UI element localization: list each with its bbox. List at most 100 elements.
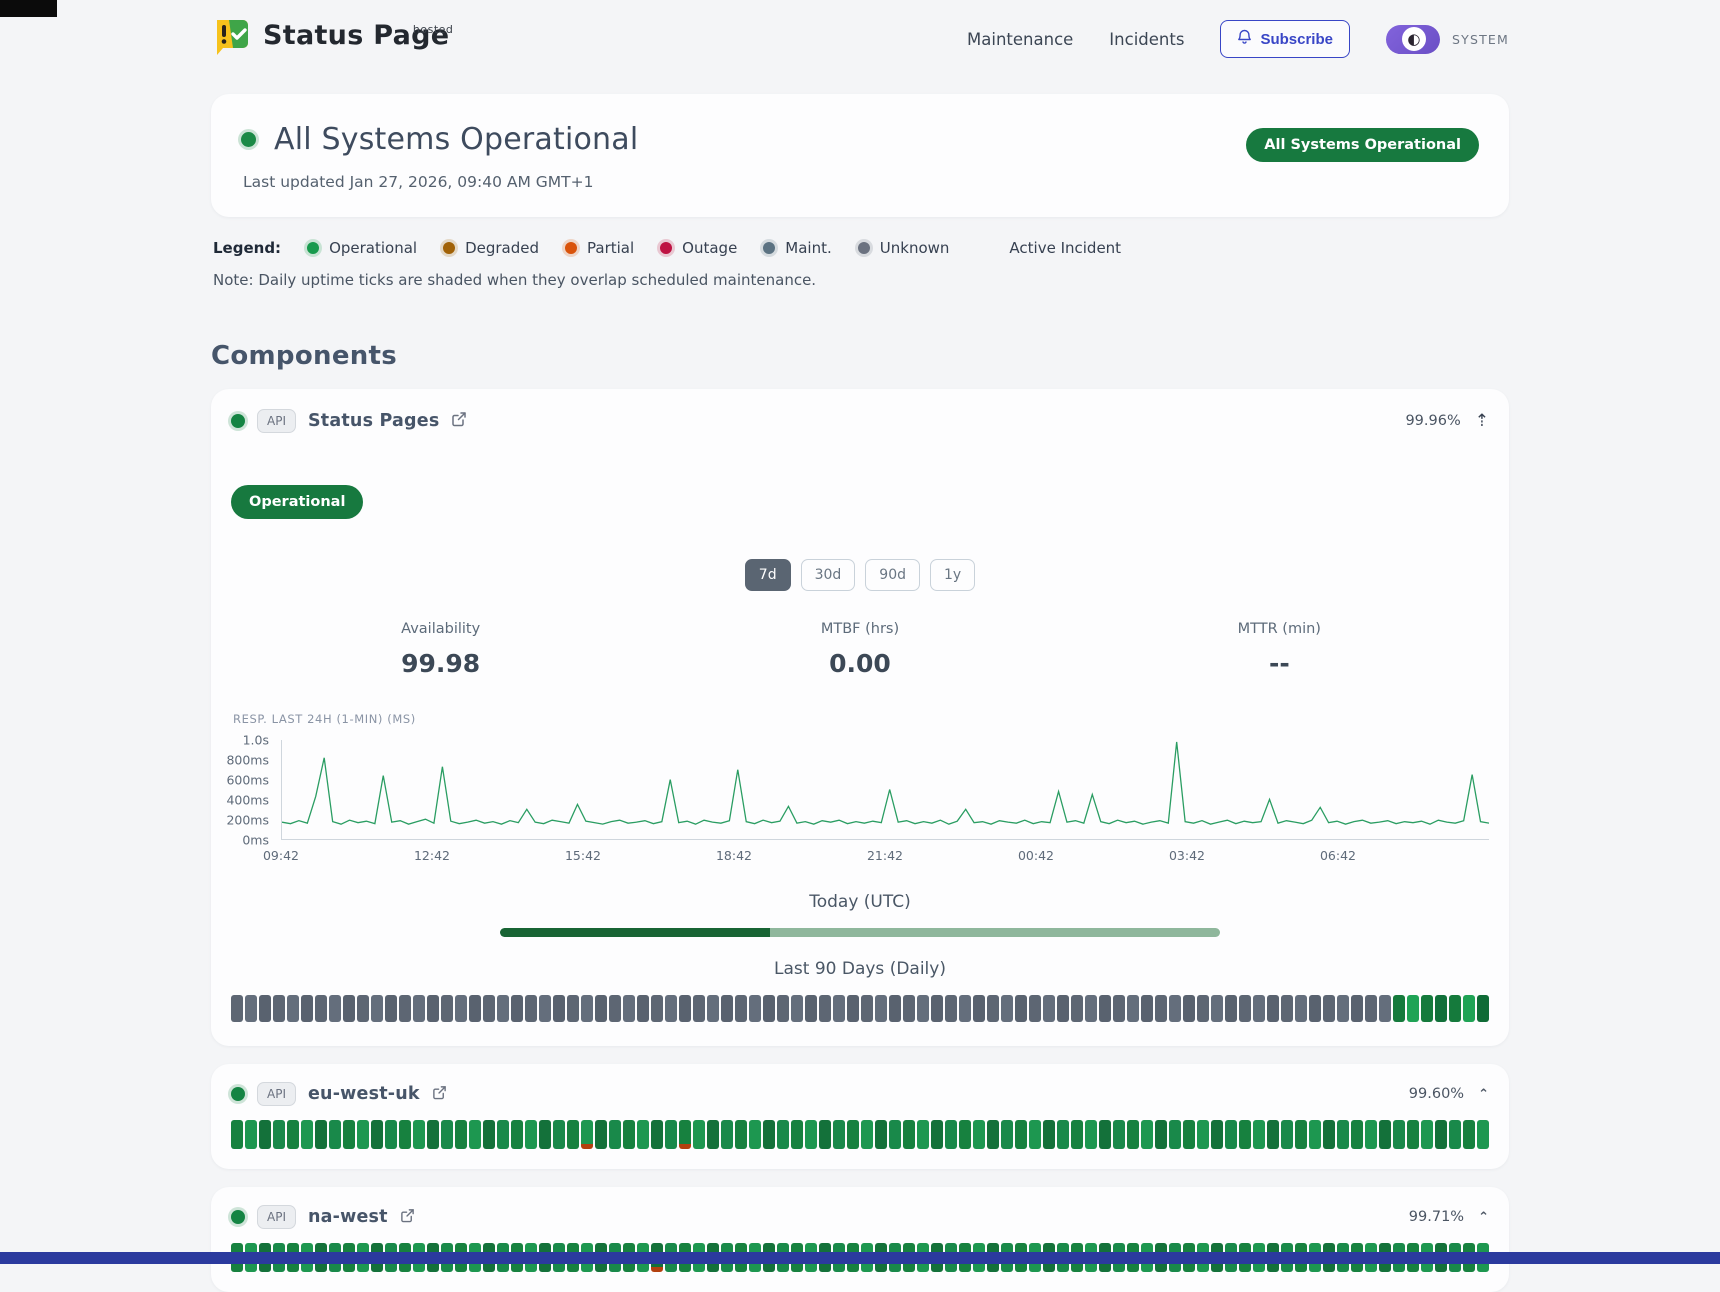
day-tick[interactable]: [623, 1120, 635, 1149]
day-tick[interactable]: [1435, 1120, 1447, 1149]
day-tick[interactable]: [931, 995, 943, 1022]
day-tick[interactable]: [847, 1120, 859, 1149]
day-tick[interactable]: [1197, 1120, 1209, 1149]
day-tick[interactable]: [511, 995, 523, 1022]
day-tick[interactable]: [1365, 1120, 1377, 1149]
day-tick[interactable]: [1141, 995, 1153, 1022]
day-tick[interactable]: [777, 995, 789, 1022]
day-tick[interactable]: [791, 995, 803, 1022]
day-tick[interactable]: [1295, 995, 1307, 1022]
day-tick[interactable]: [1477, 1120, 1489, 1149]
day-tick[interactable]: [567, 1120, 579, 1149]
day-tick[interactable]: [539, 995, 551, 1022]
day-tick[interactable]: [959, 1120, 971, 1149]
day-tick[interactable]: [315, 1120, 327, 1149]
day-tick[interactable]: [1267, 1120, 1279, 1149]
day-tick[interactable]: [273, 995, 285, 1022]
day-tick[interactable]: [889, 1120, 901, 1149]
day-tick[interactable]: [329, 1120, 341, 1149]
day-tick[interactable]: [581, 995, 593, 1022]
day-tick[interactable]: [259, 1120, 271, 1149]
day-tick[interactable]: [1239, 1120, 1251, 1149]
day-tick[interactable]: [469, 995, 481, 1022]
day-tick[interactable]: [469, 1120, 481, 1149]
day-tick[interactable]: [245, 1120, 257, 1149]
day-tick[interactable]: [1169, 1120, 1181, 1149]
day-tick[interactable]: [861, 1120, 873, 1149]
day-tick[interactable]: [231, 1120, 243, 1149]
subscribe-button[interactable]: Subscribe: [1220, 20, 1350, 58]
day-tick[interactable]: [1421, 995, 1433, 1022]
day-tick[interactable]: [525, 995, 537, 1022]
day-tick[interactable]: [441, 995, 453, 1022]
day-tick[interactable]: [1183, 1120, 1195, 1149]
range-90d-button[interactable]: 90d: [865, 559, 920, 591]
day-tick[interactable]: [1379, 995, 1391, 1022]
day-tick[interactable]: [497, 995, 509, 1022]
day-tick[interactable]: [399, 1120, 411, 1149]
day-tick[interactable]: [525, 1120, 537, 1149]
day-tick[interactable]: [483, 995, 495, 1022]
day-tick[interactable]: [1043, 995, 1055, 1022]
range-1y-button[interactable]: 1y: [930, 559, 975, 591]
day-tick[interactable]: [1253, 995, 1265, 1022]
day-tick[interactable]: [1295, 1120, 1307, 1149]
day-tick[interactable]: [1379, 1120, 1391, 1149]
day-tick[interactable]: [1225, 995, 1237, 1022]
day-tick[interactable]: [427, 1120, 439, 1149]
day-tick[interactable]: [343, 1120, 355, 1149]
day-tick[interactable]: [1099, 1120, 1111, 1149]
day-tick[interactable]: [1351, 1120, 1363, 1149]
day-tick[interactable]: [693, 995, 705, 1022]
day-tick[interactable]: [595, 995, 607, 1022]
day-tick[interactable]: [917, 1120, 929, 1149]
day-tick[interactable]: [805, 1120, 817, 1149]
day-tick[interactable]: [1421, 1120, 1433, 1149]
day-tick[interactable]: [301, 1120, 313, 1149]
day-tick[interactable]: [357, 1120, 369, 1149]
day-tick[interactable]: [847, 995, 859, 1022]
day-tick[interactable]: [1323, 995, 1335, 1022]
brand[interactable]: Status Page hosted: [211, 16, 449, 62]
day-tick[interactable]: [1183, 995, 1195, 1022]
collapse-panel-icon[interactable]: ⇡: [1475, 413, 1489, 430]
day-tick[interactable]: [301, 995, 313, 1022]
day-tick[interactable]: [651, 995, 663, 1022]
day-tick[interactable]: [1015, 995, 1027, 1022]
day-tick[interactable]: [1281, 995, 1293, 1022]
nav-maintenance[interactable]: Maintenance: [967, 30, 1073, 49]
day-tick[interactable]: [749, 1120, 761, 1149]
day-tick[interactable]: [357, 995, 369, 1022]
day-tick[interactable]: [1449, 995, 1461, 1022]
day-tick[interactable]: [1029, 995, 1041, 1022]
day-tick[interactable]: [1463, 1120, 1475, 1149]
day-tick[interactable]: [231, 995, 243, 1022]
day-tick[interactable]: [987, 995, 999, 1022]
uptime-history-ticks[interactable]: [231, 1120, 1489, 1149]
day-tick[interactable]: [609, 1120, 621, 1149]
day-tick[interactable]: [945, 1120, 957, 1149]
day-tick[interactable]: [287, 1120, 299, 1149]
day-tick[interactable]: [1029, 1120, 1041, 1149]
day-tick[interactable]: [735, 995, 747, 1022]
external-link-icon[interactable]: [451, 411, 467, 431]
day-tick[interactable]: [343, 995, 355, 1022]
day-tick[interactable]: [1323, 1120, 1335, 1149]
day-tick[interactable]: [1463, 995, 1475, 1022]
day-tick[interactable]: [707, 995, 719, 1022]
day-tick[interactable]: [679, 995, 691, 1022]
day-tick[interactable]: [497, 1120, 509, 1149]
day-tick[interactable]: [973, 1120, 985, 1149]
day-tick[interactable]: [1337, 1120, 1349, 1149]
day-tick[interactable]: [875, 1120, 887, 1149]
day-tick[interactable]: [679, 1120, 691, 1149]
expand-panel-icon[interactable]: ⌃: [1478, 1211, 1489, 1224]
day-tick[interactable]: [1337, 995, 1349, 1022]
day-tick[interactable]: [1449, 1120, 1461, 1149]
day-tick[interactable]: [1043, 1120, 1055, 1149]
day-tick[interactable]: [553, 995, 565, 1022]
day-tick[interactable]: [413, 1120, 425, 1149]
uptime-history-ticks[interactable]: [231, 995, 1489, 1022]
day-tick[interactable]: [1267, 995, 1279, 1022]
day-tick[interactable]: [959, 995, 971, 1022]
